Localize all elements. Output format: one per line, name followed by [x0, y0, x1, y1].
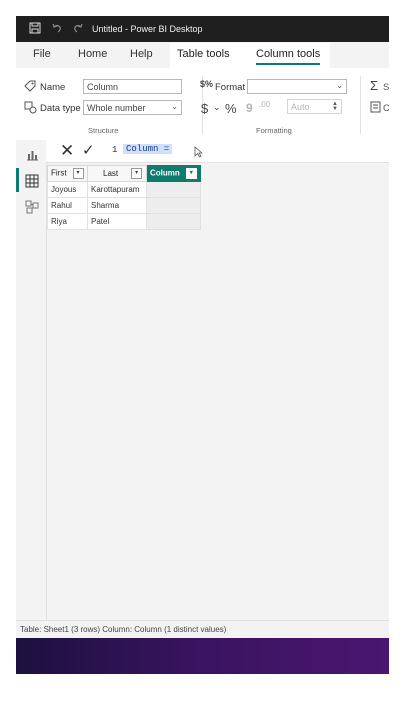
tab-table-tools[interactable]: Table tools [177, 48, 230, 60]
menu-bar: File Home Help Table tools Column tools [16, 42, 389, 68]
column-header-label: Column [150, 168, 180, 178]
active-view-indicator [16, 168, 19, 192]
table-cell[interactable]: Patel [87, 213, 147, 230]
data-table: First ▾ Last ▾ Column ▾ Joyous Karottapuram… [47, 165, 201, 230]
data-type-icon [24, 101, 37, 117]
format-select[interactable]: ⌄ [247, 79, 347, 94]
currency-icon[interactable]: $ [201, 101, 208, 116]
table-row[interactable]: Joyous Karottapuram [47, 181, 201, 198]
filter-dropdown-icon[interactable]: ▾ [131, 168, 143, 179]
view-navigation [16, 140, 47, 620]
name-label: Name [40, 82, 66, 93]
table-row[interactable]: Riya Patel [47, 213, 201, 230]
report-view-icon[interactable] [25, 148, 39, 162]
table-view-icon[interactable] [25, 174, 39, 188]
data-type-label: Data type [40, 103, 81, 114]
summarization-label-partial: S [383, 82, 389, 93]
ribbon: Name Column Data type Whole number ⌄ Str… [16, 68, 389, 141]
table-cell[interactable]: Riya [47, 213, 88, 230]
tab-home[interactable]: Home [78, 48, 107, 60]
undo-icon[interactable] [51, 22, 63, 37]
cancel-formula-icon[interactable]: ✕ [60, 141, 74, 161]
tag-icon [24, 80, 36, 95]
column-header-column[interactable]: Column ▾ [146, 165, 201, 182]
redo-icon[interactable] [72, 22, 84, 37]
table-cell[interactable] [146, 181, 201, 198]
column-header-last[interactable]: Last ▾ [87, 165, 147, 182]
window-title: Untitled - Power BI Desktop [92, 24, 203, 34]
table-cell[interactable] [146, 197, 201, 214]
decimal-places-value: Auto [291, 102, 310, 112]
data-type-select[interactable]: Whole number ⌄ [83, 100, 182, 115]
save-icon[interactable] [29, 22, 41, 37]
formula-input[interactable]: Column = [123, 144, 173, 154]
title-bar: Untitled - Power BI Desktop [16, 16, 389, 42]
mouse-cursor-icon [194, 146, 204, 161]
name-input[interactable]: Column [83, 79, 182, 94]
powerbi-window: Untitled - Power BI Desktop File Home He… [16, 16, 389, 674]
table-cell[interactable] [146, 213, 201, 230]
table-cell[interactable]: Karottapuram [87, 181, 147, 198]
commit-formula-icon[interactable]: ✓ [82, 141, 95, 159]
format-label: Format [215, 82, 246, 93]
taskbar [16, 638, 389, 674]
status-text: Table: Sheet1 (3 rows) Column: Column (1… [20, 625, 227, 634]
tab-column-tools[interactable]: Column tools [256, 48, 321, 65]
data-type-value: Whole number [87, 103, 146, 113]
chevron-down-icon[interactable]: ⌄ [213, 102, 221, 113]
comma-style-icon[interactable]: 9 [246, 101, 253, 115]
data-category-label-partial: C [383, 103, 389, 114]
filter-dropdown-icon[interactable]: ▾ [185, 168, 197, 179]
decimal-places-input[interactable]: Auto ▲ ▼ [287, 99, 342, 114]
format-icon: $% [200, 79, 214, 89]
table-cell[interactable]: Sharma [87, 197, 147, 214]
formula-line-number: 1 [112, 145, 118, 155]
column-header-first[interactable]: First ▾ [47, 165, 88, 182]
name-input-value: Column [87, 82, 119, 92]
formula-bar: ✕ ✓ 1 Column = [46, 140, 389, 163]
spinner-icon: ▲ ▼ [332, 101, 338, 112]
decimal-places-icon[interactable]: .00 [259, 100, 270, 109]
table-cell[interactable]: Rahul [47, 197, 88, 214]
column-header-label: First [51, 168, 67, 178]
summarization-icon[interactable]: Σ [370, 78, 378, 93]
table-cell[interactable]: Joyous [47, 181, 88, 198]
table-row[interactable]: Rahul Sharma [47, 197, 201, 214]
ribbon-divider [360, 76, 361, 134]
filter-dropdown-icon[interactable]: ▾ [72, 168, 84, 179]
structure-group-label: Structure [88, 126, 119, 135]
chevron-down-icon: ⌄ [171, 102, 178, 111]
percent-icon[interactable]: % [225, 101, 237, 116]
formatting-group-label: Formatting [256, 126, 292, 135]
column-header-label: Last [103, 168, 119, 178]
status-bar: Table: Sheet1 (3 rows) Column: Column (1… [16, 620, 389, 639]
table-header-row: First ▾ Last ▾ Column ▾ [47, 165, 201, 182]
tab-file[interactable]: File [33, 48, 51, 60]
model-view-icon[interactable] [25, 200, 39, 214]
data-category-icon[interactable] [370, 101, 381, 116]
chevron-down-icon: ⌄ [336, 81, 343, 90]
tab-help[interactable]: Help [130, 48, 153, 60]
